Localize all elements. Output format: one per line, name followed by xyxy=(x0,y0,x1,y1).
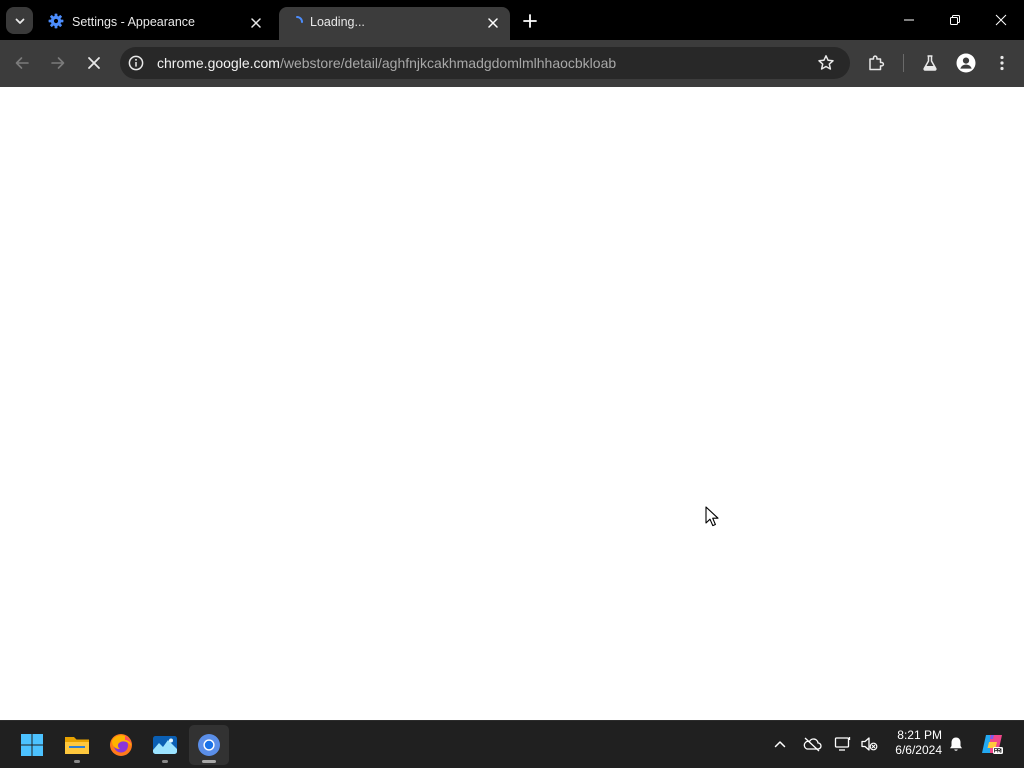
start-button[interactable] xyxy=(12,725,52,765)
tab-settings-appearance[interactable]: Settings - Appearance xyxy=(38,7,274,40)
file-explorer-icon xyxy=(65,737,89,754)
profile-button[interactable] xyxy=(954,51,978,75)
extensions-button[interactable] xyxy=(864,51,888,75)
stop-loading-button[interactable] xyxy=(82,51,106,75)
running-indicator xyxy=(202,760,216,763)
running-indicator xyxy=(162,760,168,763)
bell-icon xyxy=(950,737,962,751)
taskbar-photos[interactable] xyxy=(145,725,185,765)
loading-spinner-icon xyxy=(291,16,303,28)
copilot-button[interactable] xyxy=(980,732,1004,756)
profile-avatar-icon xyxy=(956,53,976,73)
stop-x-icon xyxy=(88,57,100,69)
running-indicator xyxy=(74,760,80,763)
browser-toolbar: chrome.google.com/webstore/detail/aghfnj… xyxy=(0,40,1024,87)
flask-icon xyxy=(923,55,937,71)
forward-button[interactable] xyxy=(46,51,70,75)
site-info-icon[interactable] xyxy=(128,55,144,71)
tab-strip: Settings - Appearance Loading... xyxy=(0,0,1024,40)
volume-muted-icon xyxy=(861,737,878,751)
more-vertical-icon xyxy=(1000,55,1004,71)
web-page-content[interactable] xyxy=(0,87,1024,720)
url-text[interactable]: chrome.google.com/webstore/detail/aghfnj… xyxy=(157,55,616,71)
close-tab-icon[interactable] xyxy=(249,16,263,30)
chrome-icon xyxy=(198,734,220,756)
minimize-icon xyxy=(904,19,914,21)
show-hidden-icons-button[interactable] xyxy=(770,734,790,754)
gear-icon xyxy=(48,13,64,29)
onedrive-tray-button[interactable] xyxy=(802,734,822,754)
menu-button[interactable] xyxy=(990,51,1014,75)
chevron-down-icon xyxy=(15,18,24,24)
close-icon xyxy=(995,14,1007,26)
toolbar-divider xyxy=(903,54,904,72)
taskbar-file-explorer[interactable] xyxy=(57,725,97,765)
restore-icon xyxy=(950,15,960,25)
url-host: chrome.google.com xyxy=(157,55,280,71)
puzzle-icon xyxy=(869,55,885,71)
clock-date: 6/6/2024 xyxy=(895,743,942,757)
firefox-icon xyxy=(110,734,132,756)
labs-button[interactable] xyxy=(918,51,942,75)
arrow-right-icon xyxy=(51,57,65,69)
photos-icon xyxy=(153,736,177,754)
arrow-left-icon xyxy=(15,57,29,69)
chevron-up-icon xyxy=(774,741,786,748)
close-window-button[interactable] xyxy=(978,0,1024,40)
minimize-button[interactable] xyxy=(886,0,932,40)
address-bar[interactable]: chrome.google.com/webstore/detail/aghfnj… xyxy=(120,47,850,79)
plus-icon xyxy=(523,14,537,28)
onedrive-icon xyxy=(803,737,822,752)
copilot-icon xyxy=(982,735,1003,754)
volume-tray-button[interactable] xyxy=(859,734,879,754)
new-tab-button[interactable] xyxy=(520,11,540,31)
close-tab-icon[interactable] xyxy=(486,16,500,30)
notifications-button[interactable] xyxy=(946,734,966,754)
back-button[interactable] xyxy=(10,51,34,75)
taskbar-clock[interactable]: 8:21 PM 6/6/2024 xyxy=(880,728,942,758)
network-tray-button[interactable] xyxy=(833,734,853,754)
restore-button[interactable] xyxy=(932,0,978,40)
mouse-cursor-icon xyxy=(705,506,719,527)
taskbar-chrome[interactable] xyxy=(189,725,229,765)
url-path: /webstore/detail/aghfnjkcakhmadgdomlmlhh… xyxy=(279,55,617,71)
tab-title: Loading... xyxy=(310,15,365,29)
bookmark-star-icon[interactable] xyxy=(816,53,836,73)
tab-title: Settings - Appearance xyxy=(72,15,195,29)
tab-search-button[interactable] xyxy=(6,7,33,34)
tab-loading[interactable]: Loading... xyxy=(279,7,510,40)
windows-start-icon xyxy=(21,734,43,756)
clock-time: 8:21 PM xyxy=(897,728,942,742)
network-icon xyxy=(834,737,851,751)
taskbar-firefox[interactable] xyxy=(101,725,141,765)
